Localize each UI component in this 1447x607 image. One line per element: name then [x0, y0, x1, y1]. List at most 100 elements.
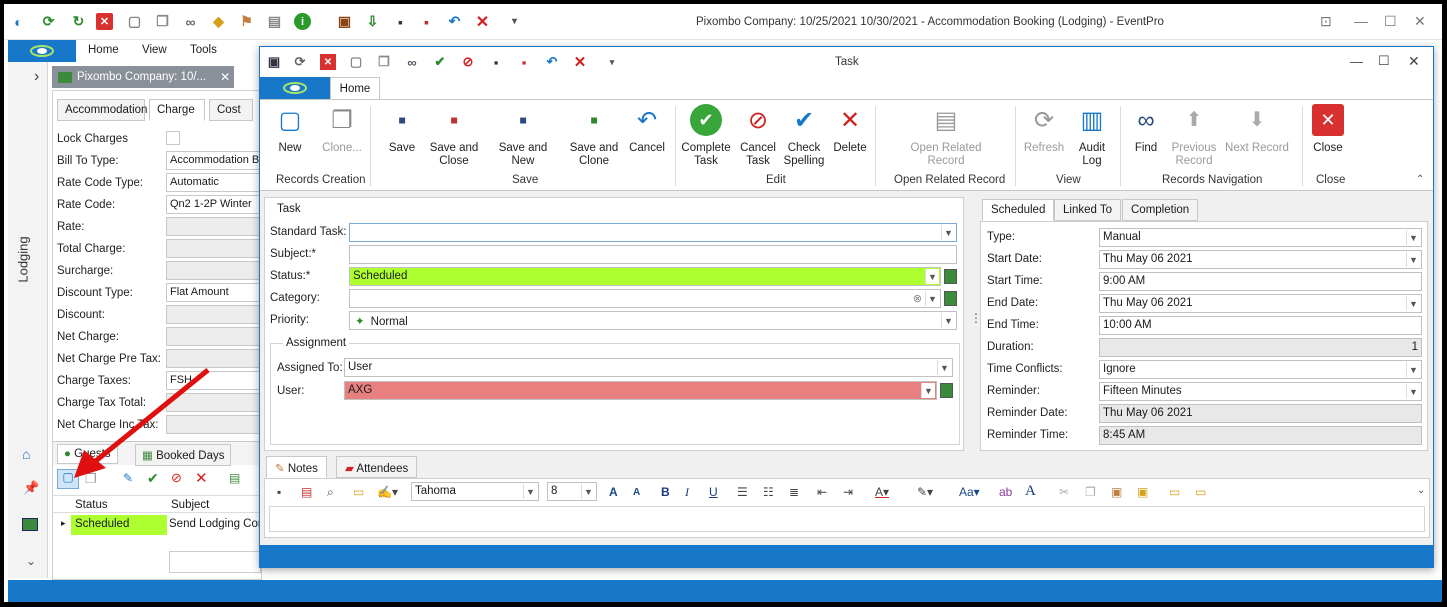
close-record-icon[interactable]: ✕ [96, 13, 113, 30]
minimize-icon[interactable]: — [1354, 13, 1368, 29]
app-menu-logo[interactable] [8, 40, 76, 62]
task-undo-icon[interactable]: ↶ [544, 54, 560, 70]
customize-qat-icon[interactable]: ▾ [506, 13, 523, 30]
collapse-down-icon[interactable]: ⌄ [26, 554, 36, 568]
task-save-icon[interactable]: ▪ [488, 54, 504, 70]
schedule-end-time[interactable]: 10:00 AM [1099, 316, 1422, 335]
flag-icon[interactable]: ⚑ [238, 13, 255, 30]
paste-icon[interactable]: ▣ [1111, 485, 1122, 499]
grid-header-subject[interactable]: Subject [171, 499, 209, 511]
status-select[interactable]: Scheduled ▼ [349, 267, 941, 286]
chevron-down-icon[interactable]: ▼ [523, 484, 537, 499]
insert-field-icon[interactable]: ▭ [1169, 485, 1180, 499]
cut-icon[interactable]: ✂ [1059, 485, 1069, 499]
chevron-down-icon[interactable]: ▼ [925, 291, 939, 306]
editor-find-icon[interactable]: ⌕ [327, 485, 334, 500]
underline-icon[interactable]: U [709, 485, 718, 499]
editor-pdf-icon[interactable]: ▤ [301, 485, 312, 499]
charge-field-input[interactable] [166, 305, 266, 324]
schedule-start-time[interactable]: 9:00 AM [1099, 272, 1422, 291]
category-lookup-icon[interactable] [944, 291, 957, 306]
cancel-button[interactable]: ↶ Cancel [624, 104, 670, 155]
task-app-menu[interactable] [260, 77, 330, 99]
tab-charge[interactable]: Charge [149, 99, 205, 121]
editor-style-icon[interactable]: ✍▾ [377, 485, 398, 499]
task-cancel-icon[interactable]: ⊘ [460, 54, 476, 70]
expand-chevron-icon[interactable]: › [34, 68, 39, 86]
clone-icon[interactable]: ❐ [154, 13, 171, 30]
export-icon[interactable]: ▤ [229, 471, 240, 485]
tab-scheduled[interactable]: Scheduled [982, 199, 1055, 221]
assigned-to-select[interactable]: User ▼ [344, 358, 953, 377]
charge-field-input[interactable] [166, 261, 266, 280]
font-family-select[interactable]: Tahoma ▼ [411, 482, 539, 501]
task-close-record-icon[interactable]: ✕ [320, 54, 336, 70]
delete-button[interactable]: ✕ Delete [830, 104, 870, 155]
task-minimize-icon[interactable]: — [1350, 54, 1363, 69]
grow-font-icon[interactable]: A [609, 485, 618, 499]
chevron-down-icon[interactable]: ▼ [925, 269, 939, 284]
insert-merge-icon[interactable]: ▭ [1195, 485, 1206, 499]
chevron-down-icon[interactable]: ▼ [941, 313, 955, 328]
charge-field-input[interactable]: Automatic [166, 173, 266, 192]
save-and-clone-button[interactable]: ▪ Save and Clone [566, 104, 622, 168]
editor-save-icon[interactable]: ▪ [277, 485, 281, 499]
app-logo-icon[interactable]: ◐ [10, 13, 27, 30]
task-refresh-icon[interactable]: ⟳ [292, 54, 308, 70]
task-customize-qat-icon[interactable]: ▾ [604, 54, 620, 70]
briefcase-icon[interactable]: ▣ [336, 13, 353, 30]
bullets-icon[interactable]: ☰ [737, 485, 748, 499]
find-button[interactable]: ∞ Find [1126, 104, 1166, 155]
tab-attendees[interactable]: ▰ Attendees [336, 456, 418, 478]
lock-charges-checkbox[interactable] [166, 131, 180, 145]
task-maximize-icon[interactable]: ☐ [1378, 53, 1390, 69]
multilevel-icon[interactable]: ≣ [789, 485, 799, 499]
lodging-nav-icon[interactable] [22, 518, 38, 531]
font-dialog-icon[interactable]: A [1025, 483, 1036, 500]
editor-open-icon[interactable]: ▭ [353, 485, 364, 499]
task-clone-icon[interactable]: ❐ [376, 54, 392, 70]
complete-task-button[interactable]: ✔ Complete Task [680, 104, 732, 168]
category-select[interactable]: ⊗ ▼ [349, 289, 941, 308]
save-and-close-button[interactable]: ▪ Save and Close [426, 104, 482, 168]
font-size-select[interactable]: 8 ▼ [547, 482, 597, 501]
tab-accommodation[interactable]: Accommodation [57, 99, 147, 121]
task-new-icon[interactable]: ▢ [348, 54, 364, 70]
new-button[interactable]: ▢ New [272, 104, 308, 155]
tab-home[interactable]: Home [330, 77, 380, 99]
refresh-icon[interactable]: ⟳ [40, 13, 57, 30]
task-save-close-icon[interactable]: ▪ [516, 54, 532, 70]
collapse-ribbon-icon[interactable]: ⌃ [1416, 174, 1424, 185]
save-close-icon[interactable]: ▪ [418, 13, 435, 30]
task-clipboard-icon[interactable]: ▣ [266, 54, 282, 70]
next-record-button[interactable]: ⬇ Next Record [1224, 104, 1290, 155]
task-close-window-icon[interactable]: ✕ [1408, 53, 1420, 70]
chevron-down-icon[interactable]: ▼ [921, 383, 935, 398]
cancel-task-button[interactable]: ⊘ Cancel Task [736, 104, 780, 168]
subject-input[interactable] [349, 245, 957, 264]
tab-completion[interactable]: Completion [1122, 199, 1199, 221]
expand-toolbar-icon[interactable]: ⌄ [1417, 485, 1425, 496]
notes-text-area[interactable] [269, 506, 1425, 532]
save-button[interactable]: ▪ Save [384, 104, 420, 155]
chevron-down-icon[interactable]: ▼ [937, 360, 951, 375]
grid-header-status[interactable]: Status [75, 499, 108, 511]
highlight-icon[interactable]: ✎▾ [917, 485, 933, 499]
charge-field-input[interactable]: Qn2 1-2P Winter [166, 195, 266, 214]
save-icon[interactable]: ▪ [392, 13, 409, 30]
chevron-down-icon[interactable]: ▼ [1406, 384, 1420, 399]
charge-field-input[interactable]: Flat Amount [166, 283, 266, 302]
paste-special-icon[interactable]: ▣ [1137, 485, 1148, 499]
tab-linked-to[interactable]: Linked To [1054, 199, 1122, 221]
chevron-down-icon[interactable]: ▼ [1406, 296, 1420, 311]
delete-x-icon[interactable]: ✕ [474, 13, 491, 31]
tab-cost[interactable]: Cost [209, 99, 253, 121]
schedule-time-conflicts[interactable]: Ignore ▼ [1099, 360, 1422, 379]
restore-small-icon[interactable]: ⊡ [1320, 13, 1332, 30]
audit-log-button[interactable]: ▥ Audit Log [1070, 104, 1114, 168]
table-row[interactable]: ▸ Scheduled Send Lodging Conf [53, 515, 267, 535]
maximize-icon[interactable]: ☐ [1384, 13, 1397, 30]
new-doc-icon[interactable]: ▢ [126, 13, 143, 30]
clear-icon[interactable]: ⊗ [913, 292, 922, 305]
refresh-button[interactable]: ⟳ Refresh [1022, 104, 1066, 155]
